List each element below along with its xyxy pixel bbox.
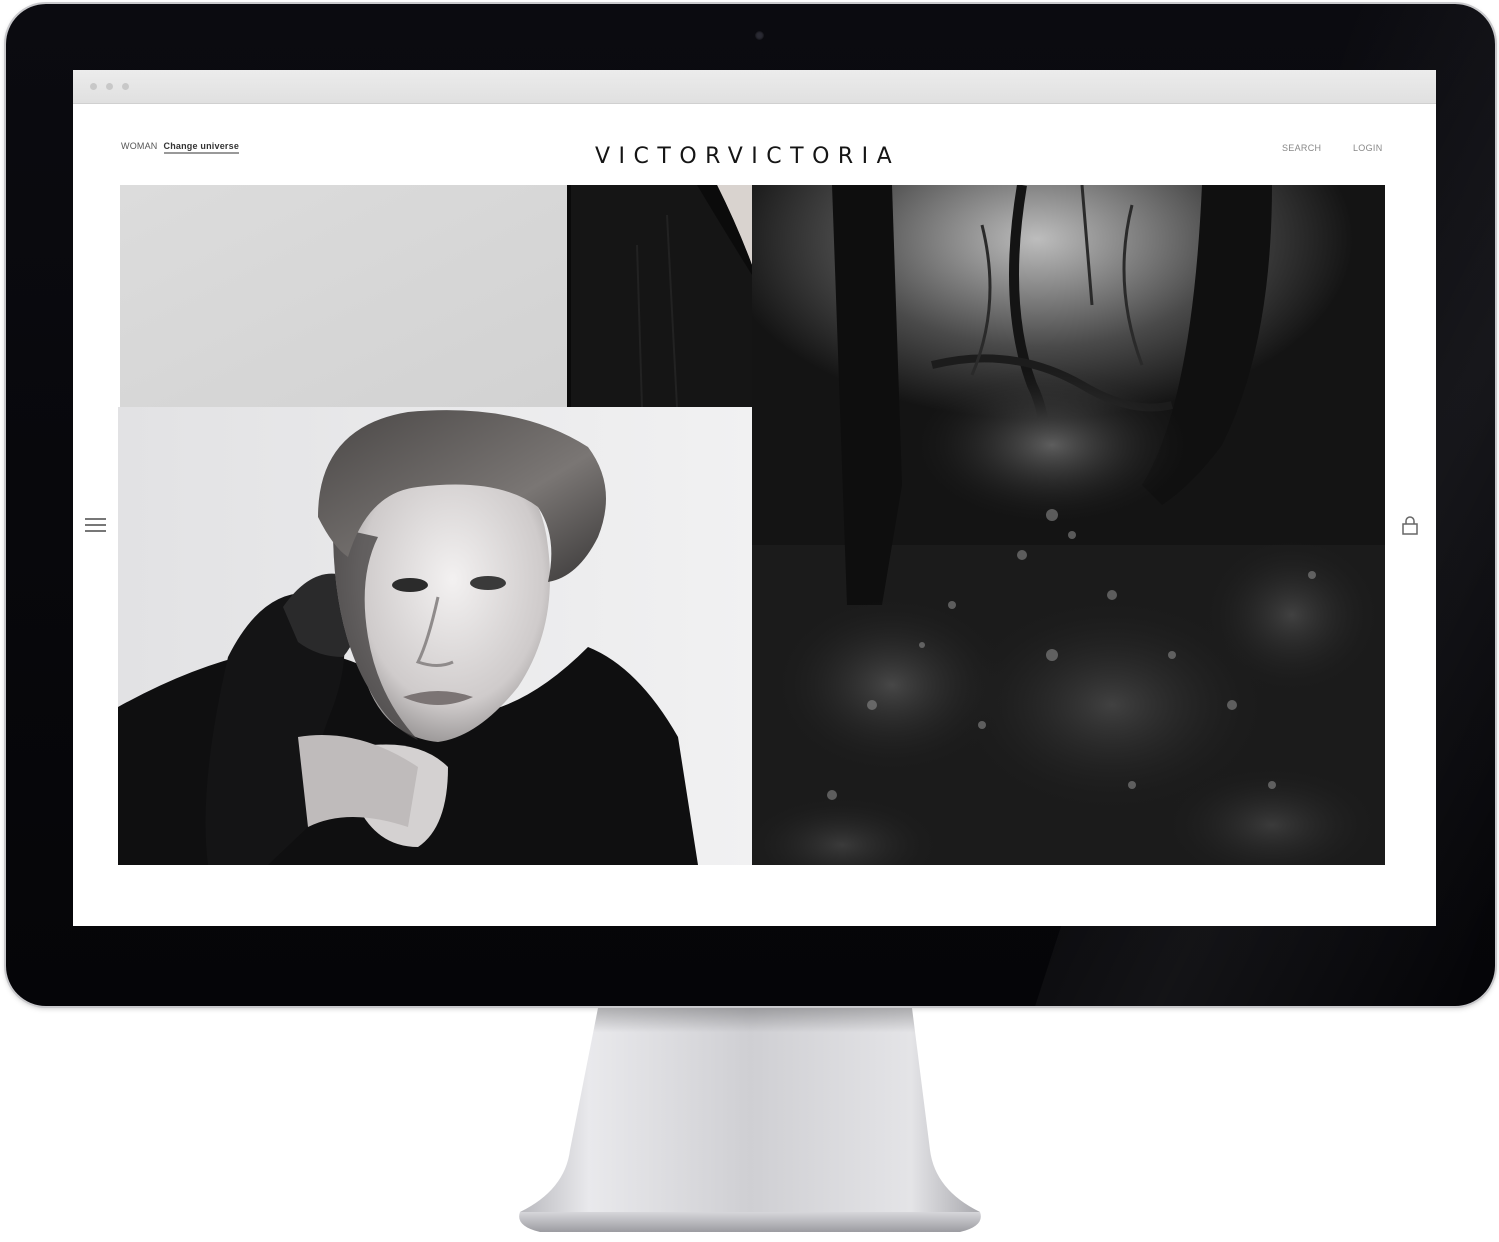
portrait-model-photo[interactable] <box>118 407 752 865</box>
browser-toolbar <box>73 70 1436 104</box>
forest-photo[interactable] <box>752 185 1385 865</box>
image-grid <box>118 185 1385 865</box>
window-close-dot[interactable] <box>90 83 97 90</box>
shopping-bag-icon[interactable] <box>1401 516 1419 536</box>
hamburger-menu-icon[interactable] <box>85 517 106 533</box>
site-logo[interactable]: VICTORVICTORIA <box>595 144 900 169</box>
window-maximize-dot[interactable] <box>122 83 129 90</box>
search-link[interactable]: SEARCH <box>1282 143 1321 153</box>
universe-selector: WOMAN Change universe <box>121 141 240 154</box>
login-link[interactable]: LOGIN <box>1353 143 1383 153</box>
change-universe-link[interactable]: Change universe <box>163 141 240 154</box>
window-minimize-dot[interactable] <box>106 83 113 90</box>
product-tile-grey[interactable] <box>120 185 567 407</box>
webcam-icon <box>755 31 764 40</box>
monitor-bezel: WOMAN Change universe VICTORVICTORIA SEAR… <box>6 4 1495 1006</box>
product-tile-black-garment[interactable] <box>567 185 752 407</box>
screen: WOMAN Change universe VICTORVICTORIA SEAR… <box>73 70 1436 926</box>
universe-label: WOMAN <box>121 141 158 151</box>
